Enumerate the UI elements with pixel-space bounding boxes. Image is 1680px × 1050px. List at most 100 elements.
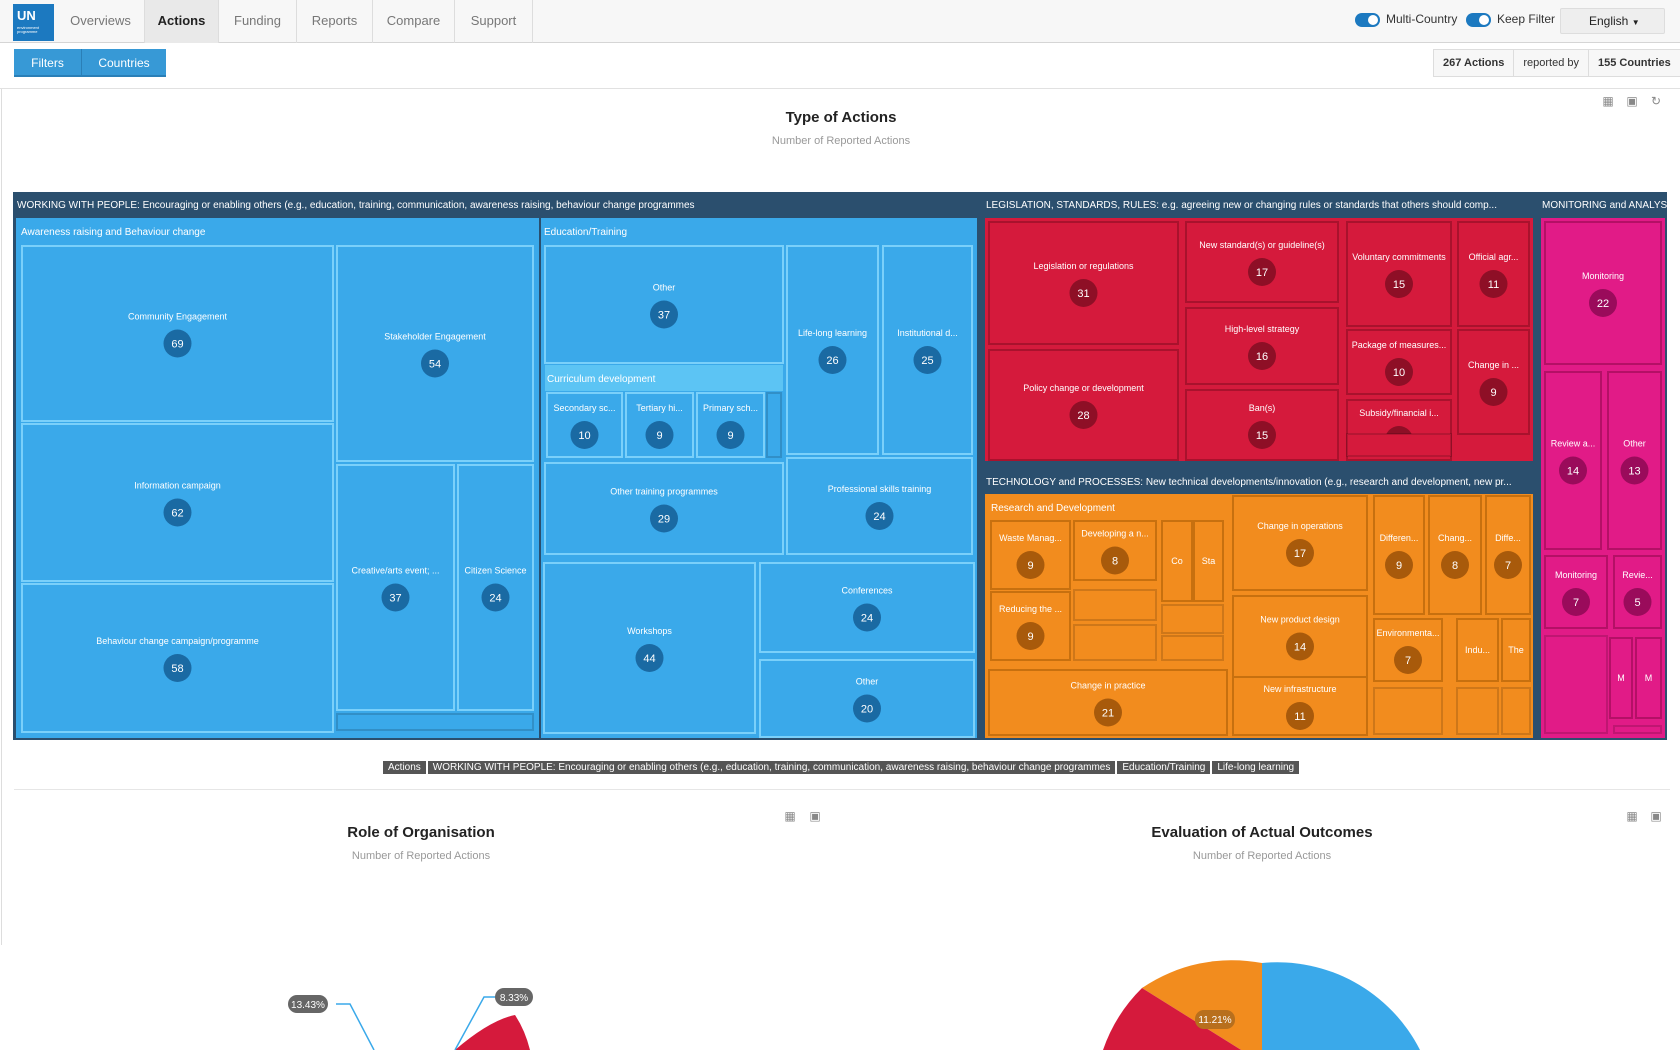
treemap-tile[interactable]: Revie... 5: [1613, 555, 1662, 629]
camera-icon[interactable]: ▣: [1649, 810, 1663, 822]
treemap-tile[interactable]: Primary sch... 9: [696, 392, 765, 458]
treemap-subgroup-label[interactable]: Awareness raising and Behaviour change: [21, 227, 206, 238]
tile-value: 9: [1027, 631, 1033, 643]
breadcrumb-item[interactable]: Actions: [383, 761, 426, 774]
camera-icon[interactable]: ▣: [808, 810, 822, 822]
treemap-tile[interactable]: Life-long learning 26: [786, 245, 879, 455]
treemap-tile-small[interactable]: [1373, 687, 1443, 735]
breadcrumb-item[interactable]: WORKING WITH PEOPLE: Encouraging or enab…: [427, 761, 1116, 774]
treemap-tile[interactable]: Workshops 44: [543, 562, 756, 734]
outcomes-pie-slice[interactable]: [1262, 962, 1420, 1050]
treemap-tile[interactable]: Policy change or development 28: [988, 349, 1179, 461]
treemap-tile-small[interactable]: [766, 392, 782, 458]
treemap-tile-small[interactable]: [1161, 604, 1224, 634]
tile-value: 24: [489, 593, 501, 605]
treemap-tile[interactable]: New product design 14: [1232, 595, 1368, 678]
treemap-tile[interactable]: Tertiary hi... 9: [625, 392, 694, 458]
tile-label: New product design: [1260, 615, 1340, 625]
treemap-tile[interactable]: Community Engagement 69: [21, 245, 334, 422]
role-chart-subtitle: Number of Reported Actions: [351, 850, 491, 862]
treemap-tile-small[interactable]: [1161, 635, 1224, 661]
treemap-tile[interactable]: Official agr... 11: [1457, 221, 1530, 327]
treemap-tile[interactable]: M: [1609, 637, 1633, 719]
treemap-tile[interactable]: Change in practice 21: [988, 669, 1228, 736]
treemap-tile-small[interactable]: [1073, 589, 1157, 621]
tile-label: Change in operations: [1257, 521, 1343, 531]
treemap-tile[interactable]: Package of measures... 10: [1346, 329, 1452, 395]
treemap-tile[interactable]: Other training programmes 29: [544, 462, 784, 555]
tile-value: 8: [1112, 556, 1118, 568]
treemap-tile[interactable]: New standard(s) or guideline(s) 17: [1185, 221, 1339, 303]
treemap-tile-small[interactable]: [1501, 687, 1531, 735]
treemap-tile[interactable]: Conferences 24: [759, 562, 975, 653]
treemap-group-label[interactable]: TECHNOLOGY and PROCESSES: New technical …: [986, 477, 1512, 488]
tile-value: 69: [171, 339, 183, 351]
treemap-tile[interactable]: Chang... 8: [1428, 495, 1482, 615]
treemap-tile[interactable]: New infrastructure 11: [1232, 676, 1368, 736]
treemap-group-label[interactable]: WORKING WITH PEOPLE: Encouraging or enab…: [17, 200, 695, 211]
treemap-tile[interactable]: Stakeholder Engagement 54: [336, 245, 534, 462]
treemap-tile[interactable]: Other 20: [759, 659, 975, 738]
treemap-tile[interactable]: Ban(s) 15: [1185, 389, 1339, 461]
treemap-subgroup-label[interactable]: Curriculum development: [547, 374, 656, 385]
treemap-tile[interactable]: Review a... 14: [1544, 371, 1602, 550]
treemap-tile-small[interactable]: [1613, 725, 1662, 734]
tile-value: 17: [1294, 548, 1306, 560]
treemap-subgroup-label[interactable]: Education/Training: [544, 227, 627, 238]
treemap-tile[interactable]: Secondary sc... 10: [546, 392, 623, 458]
treemap-tile[interactable]: Reducing the ... 9: [990, 591, 1071, 661]
treemap-tile[interactable]: Monitoring 7: [1544, 555, 1608, 629]
treemap-tile-small[interactable]: [1544, 635, 1608, 734]
tile-label: Primary sch...: [703, 403, 758, 413]
map-icon[interactable]: ▦: [1625, 810, 1639, 822]
treemap-tile[interactable]: M: [1635, 637, 1662, 719]
tile-label: Information campaign: [134, 481, 221, 491]
treemap-tile[interactable]: Developing a n... 8: [1073, 520, 1157, 581]
tile-value: 16: [1256, 351, 1268, 363]
treemap-chart[interactable]: WORKING WITH PEOPLE: Encouraging or enab…: [0, 0, 1680, 750]
treemap-tile[interactable]: Change in ... 9: [1457, 329, 1530, 435]
treemap-tile[interactable]: The: [1501, 618, 1531, 682]
treemap-tile[interactable]: High-level strategy 16: [1185, 307, 1339, 385]
treemap-group-label[interactable]: MONITORING and ANALYS...: [1542, 200, 1676, 211]
treemap-tile[interactable]: Creative/arts event; ... 37: [336, 464, 455, 711]
role-pie-slice[interactable]: [455, 1015, 530, 1050]
treemap-group-label[interactable]: LEGISLATION, STANDARDS, RULES: e.g. agre…: [986, 200, 1497, 211]
treemap-tile-small[interactable]: [336, 713, 534, 731]
treemap-tile[interactable]: Information campaign 62: [21, 423, 334, 582]
tile-label: M: [1617, 673, 1625, 683]
breadcrumb-item[interactable]: Life-long learning: [1212, 761, 1300, 774]
treemap-tile[interactable]: Professional skills training 24: [786, 457, 973, 555]
treemap-tile[interactable]: Behaviour change campaign/programme 58: [21, 583, 334, 733]
map-icon[interactable]: ▦: [783, 810, 797, 822]
treemap-subgroup-label[interactable]: Research and Development: [991, 503, 1115, 514]
treemap-tile[interactable]: Co: [1161, 520, 1193, 602]
treemap-tile[interactable]: Diffe... 7: [1485, 495, 1531, 615]
treemap-tile[interactable]: Sta: [1193, 520, 1224, 602]
treemap-tile[interactable]: Legislation or regulations 31: [988, 221, 1179, 345]
tile-value: 31: [1077, 288, 1089, 300]
treemap-tile[interactable]: Change in operations 17: [1232, 495, 1368, 591]
treemap-tile[interactable]: Citizen Science 24: [457, 464, 534, 711]
tile-label: Voluntary commitments: [1352, 252, 1446, 262]
tile-value: 9: [727, 430, 733, 442]
treemap-tile-small[interactable]: [1073, 624, 1157, 661]
treemap-tile[interactable]: Other 13: [1607, 371, 1662, 550]
treemap-tile[interactable]: Voluntary commitments 15: [1346, 221, 1452, 327]
tile-label: Behaviour change campaign/programme: [96, 636, 259, 646]
tile-label: Chang...: [1438, 533, 1472, 543]
tile-label: Community Engagement: [128, 312, 228, 322]
treemap-tile[interactable]: Environmenta... 7: [1373, 618, 1443, 682]
treemap-tile[interactable]: Differen... 9: [1373, 495, 1425, 615]
breadcrumb-item[interactable]: Education/Training: [1117, 761, 1211, 774]
treemap-tile-small[interactable]: [1456, 687, 1499, 735]
treemap-tile[interactable]: Monitoring 22: [1544, 221, 1662, 365]
treemap-tile-small[interactable]: [1346, 433, 1452, 457]
treemap-tile[interactable]: Waste Manag... 9: [990, 520, 1071, 590]
treemap-tile[interactable]: Other 37: [544, 245, 784, 364]
tile-label: Other training programmes: [610, 487, 718, 497]
tile-label: Subsidy/financial i...: [1359, 408, 1439, 418]
tile-label: Life-long learning: [798, 328, 867, 338]
treemap-tile[interactable]: Indu...: [1456, 618, 1499, 682]
treemap-tile[interactable]: Institutional d... 25: [882, 245, 973, 455]
